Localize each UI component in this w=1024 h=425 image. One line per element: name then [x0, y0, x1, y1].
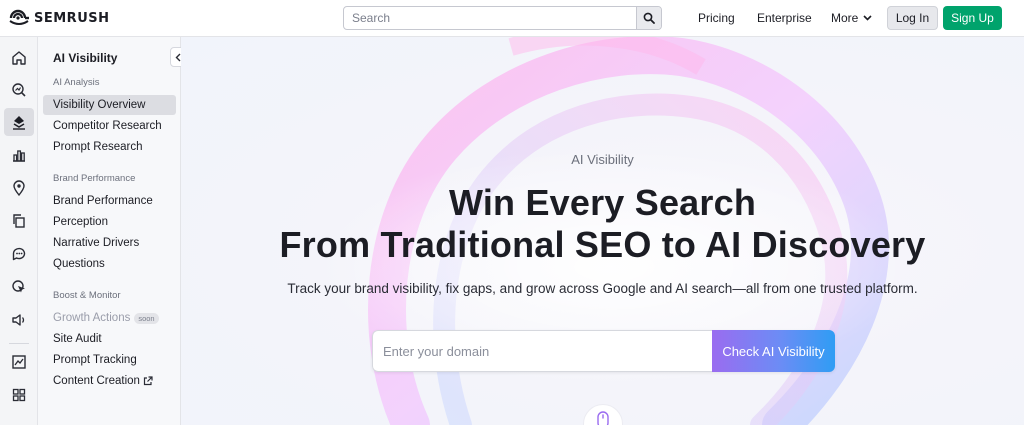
hero-headline: Win Every Search From Traditional SEO to…	[181, 182, 1024, 266]
rail-pr[interactable]	[4, 306, 34, 334]
rail-reports[interactable]	[4, 348, 34, 376]
ai-visibility-sidebar: AI Visibility AI Analysis Visibility Ove…	[38, 37, 186, 425]
copy-icon	[13, 214, 25, 228]
section-boost-monitor: Boost & Monitor	[53, 290, 121, 301]
semrush-logo[interactable]: SEMRUSH	[8, 9, 110, 27]
check-ai-visibility-button[interactable]: Check AI Visibility	[712, 330, 835, 372]
nav-pricing[interactable]: Pricing	[698, 11, 735, 25]
logo-text: SEMRUSH	[34, 10, 110, 26]
line-chart-icon	[12, 355, 26, 369]
ai-visibility-icon	[13, 116, 25, 130]
grid-icon	[12, 388, 26, 402]
soon-badge: soon	[134, 312, 159, 324]
rail-social[interactable]	[4, 240, 34, 268]
rail-content[interactable]	[4, 207, 34, 235]
sidebar-item-perception[interactable]: Perception	[43, 212, 176, 232]
domain-input[interactable]	[372, 330, 712, 372]
rail-ads[interactable]	[4, 273, 34, 301]
sidebar-item-visibility-overview[interactable]: Visibility Overview	[43, 95, 176, 115]
semrush-logo-icon	[9, 9, 29, 25]
headline-line-1: Win Every Search	[448, 182, 757, 223]
external-link-icon	[143, 376, 153, 386]
home-icon	[12, 51, 26, 65]
sidebar-item-growth-actions[interactable]: Growth Actions soon	[43, 308, 176, 328]
sidebar-item-narrative-drivers[interactable]: Narrative Drivers	[43, 233, 176, 253]
rail-seo[interactable]	[4, 76, 34, 104]
rail-ai-visibility[interactable]	[4, 108, 34, 136]
signup-button[interactable]: Sign Up	[943, 6, 1002, 30]
growth-actions-label: Growth Actions	[53, 312, 131, 324]
rail-home[interactable]	[4, 44, 34, 72]
sidebar-item-prompt-tracking[interactable]: Prompt Tracking	[43, 350, 176, 370]
nav-enterprise[interactable]: Enterprise	[757, 11, 812, 25]
hero-eyebrow: AI Visibility	[571, 152, 634, 167]
tool-icon-rail	[0, 37, 38, 425]
section-ai-analysis: AI Analysis	[53, 77, 100, 88]
hero-subline: Track your brand visibility, fix gaps, a…	[287, 281, 918, 296]
rail-apps[interactable]	[4, 381, 34, 409]
chevron-down-icon	[863, 15, 872, 21]
hero-section: AI Visibility Win Every Search From Trad…	[181, 37, 1024, 425]
bar-chart-icon	[13, 150, 25, 162]
global-search	[343, 6, 662, 30]
domain-check-form: Check AI Visibility	[372, 330, 835, 372]
nav-more[interactable]: More	[831, 11, 872, 25]
search-chart-icon	[12, 83, 26, 97]
rail-divider	[9, 343, 29, 344]
search-icon	[643, 12, 655, 24]
search-button[interactable]	[636, 7, 661, 29]
top-header: SEMRUSH Pricing Enterprise More Log In S…	[0, 0, 1024, 37]
sidebar-item-brand-performance[interactable]: Brand Performance	[43, 191, 176, 211]
sidebar-item-competitor-research[interactable]: Competitor Research	[43, 116, 176, 136]
search-input[interactable]	[344, 7, 636, 29]
headline-line-2: From Traditional SEO to AI Discovery	[279, 224, 926, 265]
sidebar-item-questions[interactable]: Questions	[43, 254, 176, 274]
content-creation-label: Content Creation	[53, 375, 140, 387]
location-pin-icon	[13, 180, 25, 196]
login-button[interactable]: Log In	[887, 6, 938, 30]
section-brand-performance: Brand Performance	[53, 173, 136, 184]
nav-more-label: More	[831, 11, 859, 25]
rail-local[interactable]	[4, 174, 34, 202]
sidebar-title: AI Visibility	[53, 51, 118, 65]
cursor-target-icon	[12, 280, 25, 293]
chat-bubble-icon	[12, 247, 26, 261]
speaker-icon	[12, 314, 25, 326]
sidebar-item-site-audit[interactable]: Site Audit	[43, 329, 176, 349]
mouse-icon	[597, 411, 609, 425]
rail-traffic[interactable]	[4, 141, 34, 169]
sidebar-item-content-creation[interactable]: Content Creation	[43, 371, 176, 391]
sidebar-item-prompt-research[interactable]: Prompt Research	[43, 137, 176, 157]
